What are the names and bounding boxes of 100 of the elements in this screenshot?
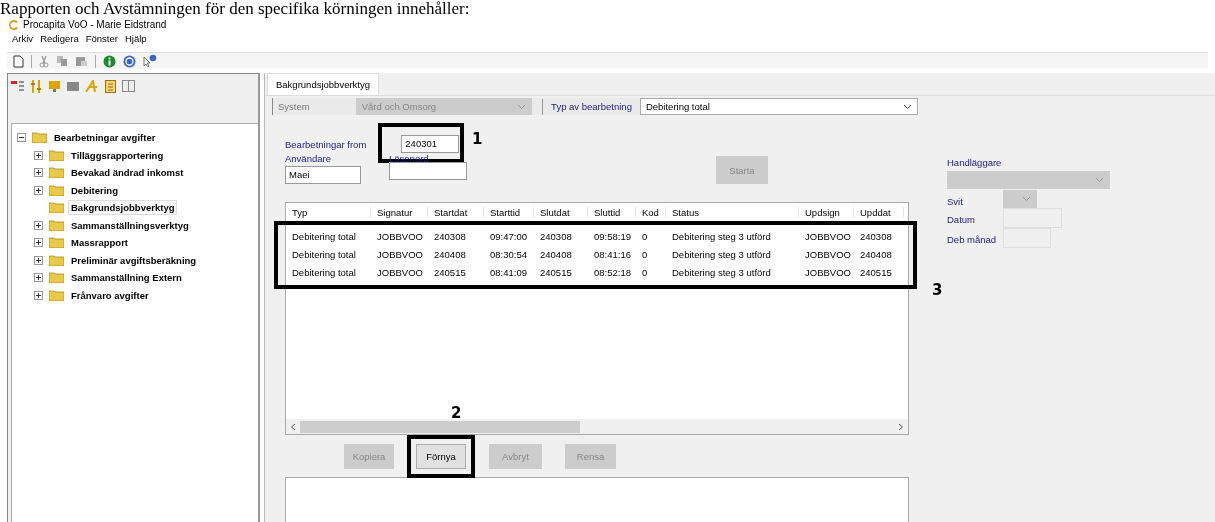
scroll-right-icon[interactable] [898, 422, 904, 431]
column-header[interactable]: Updsign [799, 206, 854, 218]
tree-item[interactable]: Frånvaro avgifter [68, 287, 152, 303]
collapse-toggle[interactable] [17, 133, 26, 143]
date-from-field[interactable]: 240301 [401, 135, 460, 153]
expand-toggle[interactable] [34, 220, 43, 230]
password-field[interactable] [389, 162, 467, 180]
rectangle-icon[interactable] [67, 81, 79, 91]
table-cell-text: 240308 [433, 230, 467, 242]
table-cell-text: 240408 [539, 248, 573, 260]
column-header[interactable]: Status [666, 206, 799, 218]
folder-icon [49, 289, 64, 301]
table-cell-text: Debitering steg 3 utförd [671, 266, 772, 278]
tree-item[interactable]: Preliminär avgiftsberäkning [68, 252, 200, 268]
expand-toggle[interactable] [34, 168, 43, 178]
book-icon[interactable] [122, 80, 135, 92]
table-cell-text: Debitering steg 3 utförd [671, 248, 772, 260]
log-area[interactable] [285, 477, 909, 522]
tree-item[interactable]: Tilläggsrapportering [68, 147, 167, 163]
tab[interactable]: Bakgrundsjobbverktyg [267, 73, 379, 95]
table-cell-text: 0 [641, 266, 649, 278]
column-header[interactable]: Upddat [854, 206, 904, 218]
chevron-down-icon[interactable] [903, 103, 912, 110]
table-cell-text: Debitering steg 3 utförd [671, 230, 772, 242]
table-cell-text: 09:47:00 [489, 230, 528, 242]
field-label: Bearbetningar from [285, 138, 367, 150]
table-cell-text: Debitering total [291, 248, 357, 260]
scrollbar-thumb[interactable] [300, 420, 580, 433]
tree-item[interactable]: Bakgrundsjobbverktyg [68, 200, 178, 216]
column-header[interactable]: Sluttid [588, 206, 636, 218]
column-header[interactable]: Slutdat [534, 206, 588, 218]
field-label: Datum [947, 214, 976, 225]
expand-toggle[interactable] [34, 290, 43, 300]
field-label: Svit [947, 196, 964, 207]
tree-item[interactable]: Sammanställning Extern [68, 270, 185, 286]
folder-icon [49, 167, 64, 179]
tree-item[interactable]: Sammanställningsverktyg [68, 217, 192, 233]
folder-icon [49, 149, 64, 161]
copy-icon[interactable] [56, 55, 68, 67]
scissors-icon[interactable] [39, 54, 49, 68]
table-cell-text: 0 [641, 248, 649, 260]
annotation-number: 1 [472, 130, 483, 148]
annotation-number: 2 [451, 404, 462, 422]
horizontal-scrollbar[interactable] [286, 419, 908, 434]
field-label: Lösenord [389, 153, 430, 165]
help-icon[interactable] [123, 54, 136, 68]
report-icon[interactable] [105, 79, 116, 93]
table-cell-text: 08:41:09 [489, 266, 528, 278]
new-document-icon[interactable] [13, 54, 24, 68]
table-cell-text: 09:58:19 [593, 230, 632, 242]
action-button[interactable]: Förnya [416, 443, 466, 469]
paste-icon[interactable] [75, 55, 88, 67]
column-header[interactable]: Signatur [371, 206, 428, 218]
scroll-left-icon[interactable] [290, 422, 296, 431]
date-field[interactable] [1003, 208, 1062, 228]
table-cell-text: 240515 [433, 266, 467, 278]
menu-item[interactable]: Arkiv [12, 33, 34, 44]
expand-toggle[interactable] [34, 255, 43, 265]
table-cell-text: 08:52:18 [593, 266, 632, 278]
column-header[interactable]: Startdat [428, 206, 484, 218]
table-cell-text: Debitering total [291, 266, 357, 278]
folder-icon [49, 237, 64, 249]
processing-type-dropdown[interactable]: Debitering total [639, 98, 918, 115]
list-icon[interactable] [11, 80, 24, 92]
folder-icon [49, 254, 64, 266]
expand-toggle[interactable] [34, 273, 43, 283]
table-cell-text: 08:30:54 [489, 248, 528, 260]
menu-item[interactable]: Hjälp [124, 33, 147, 44]
column-header[interactable]: Starttid [484, 206, 534, 218]
expand-toggle[interactable] [34, 150, 43, 160]
table-cell-text: 240408 [859, 248, 893, 260]
expand-toggle[interactable] [34, 185, 43, 195]
info-icon[interactable] [103, 54, 116, 68]
table-cell-text: JOBBVOO [804, 266, 852, 278]
sliders-icon[interactable] [30, 79, 42, 93]
folder-icon [49, 202, 64, 214]
table-cell-text: 240515 [859, 266, 893, 278]
monitor-icon[interactable] [48, 79, 61, 93]
column-header[interactable]: Kod [636, 206, 666, 218]
field-label: Deb månad [947, 234, 998, 245]
user-field[interactable]: Maei [285, 166, 361, 184]
pointer-help-icon[interactable] [143, 54, 157, 68]
folder-icon [32, 132, 47, 144]
script-a-icon[interactable] [85, 79, 99, 93]
folder-icon [49, 219, 64, 231]
column-header[interactable]: Typ [286, 206, 371, 218]
field-label: Typ av bearbetning [551, 101, 632, 112]
table-cell-text: 240515 [539, 266, 573, 278]
app-logo-icon [8, 18, 20, 31]
table-cell-text: Debitering total [291, 230, 357, 242]
tree-item[interactable]: Debitering [68, 182, 121, 198]
tree-item[interactable]: Bevakad ändrad inkomst [68, 165, 187, 181]
menu-item[interactable]: Redigera [40, 33, 79, 44]
table-cell-text: JOBBVOO [376, 266, 424, 278]
tree-item[interactable]: Massrapport [68, 235, 131, 251]
folder-icon [49, 184, 64, 196]
field-label: Handläggare [947, 157, 1003, 168]
menu-item[interactable]: Fönster [85, 33, 118, 44]
tree-item[interactable]: Bearbetningar avgifter [51, 130, 159, 146]
expand-toggle[interactable] [34, 238, 43, 248]
